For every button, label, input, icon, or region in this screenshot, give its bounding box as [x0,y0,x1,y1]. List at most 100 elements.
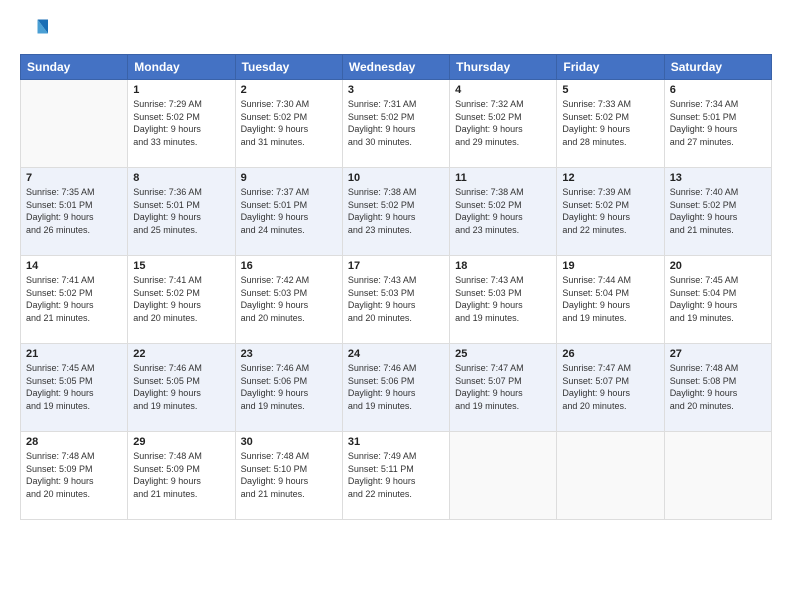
day-number: 25 [455,348,551,360]
day-cell: 29 Sunrise: 7:48 AMSunset: 5:09 PMDayligh… [128,432,235,520]
day-number: 26 [562,348,658,360]
day-number: 21 [26,348,122,360]
day-cell: 15 Sunrise: 7:41 AMSunset: 5:02 PMDayligh… [128,256,235,344]
weekday-header-saturday: Saturday [664,55,771,80]
day-info: Sunrise: 7:34 AMSunset: 5:01 PMDaylight:… [670,98,766,148]
weekday-header-sunday: Sunday [21,55,128,80]
day-info: Sunrise: 7:49 AMSunset: 5:11 PMDaylight:… [348,450,444,500]
weekday-header-friday: Friday [557,55,664,80]
day-cell: 7 Sunrise: 7:35 AMSunset: 5:01 PMDaylight… [21,168,128,256]
day-number: 10 [348,172,444,184]
day-info: Sunrise: 7:35 AMSunset: 5:01 PMDaylight:… [26,186,122,236]
day-cell: 17 Sunrise: 7:43 AMSunset: 5:03 PMDayligh… [342,256,449,344]
day-number: 9 [241,172,337,184]
week-row-3: 14Sunrise: 7:41 AMSunset: 5:02 PMDayligh… [21,256,772,344]
day-info: Sunrise: 7:45 AMSunset: 5:05 PMDaylight:… [26,362,122,412]
day-cell: 26 Sunrise: 7:47 AMSunset: 5:07 PMDayligh… [557,344,664,432]
day-number: 5 [562,84,658,96]
day-info: Sunrise: 7:31 AMSunset: 5:02 PMDaylight:… [348,98,444,148]
day-number: 30 [241,436,337,448]
logo-icon [20,16,48,44]
weekday-header-row: SundayMondayTuesdayWednesdayThursdayFrid… [21,55,772,80]
day-info: Sunrise: 7:47 AMSunset: 5:07 PMDaylight:… [455,362,551,412]
day-number: 6 [670,84,766,96]
day-cell [664,432,771,520]
day-number: 31 [348,436,444,448]
day-number: 11 [455,172,551,184]
week-row-2: 7 Sunrise: 7:35 AMSunset: 5:01 PMDaylight… [21,168,772,256]
day-info: Sunrise: 7:46 AMSunset: 5:06 PMDaylight:… [348,362,444,412]
day-cell: 4Sunrise: 7:32 AMSunset: 5:02 PMDaylight… [450,80,557,168]
day-info: Sunrise: 7:33 AMSunset: 5:02 PMDaylight:… [562,98,658,148]
day-number: 27 [670,348,766,360]
logo [20,16,52,44]
day-info: Sunrise: 7:44 AMSunset: 5:04 PMDaylight:… [562,274,658,324]
day-cell [557,432,664,520]
day-info: Sunrise: 7:39 AMSunset: 5:02 PMDaylight:… [562,186,658,236]
day-cell: 2 Sunrise: 7:30 AMSunset: 5:02 PMDaylight… [235,80,342,168]
day-number: 28 [26,436,122,448]
day-info: Sunrise: 7:43 AMSunset: 5:03 PMDaylight:… [455,274,551,324]
day-number: 8 [133,172,229,184]
day-info: Sunrise: 7:47 AMSunset: 5:07 PMDaylight:… [562,362,658,412]
day-info: Sunrise: 7:45 AMSunset: 5:04 PMDaylight:… [670,274,766,324]
day-cell: 24 Sunrise: 7:46 AMSunset: 5:06 PMDayligh… [342,344,449,432]
day-cell: 16 Sunrise: 7:42 AMSunset: 5:03 PMDayligh… [235,256,342,344]
day-number: 24 [348,348,444,360]
day-number: 29 [133,436,229,448]
day-cell: 30 Sunrise: 7:48 AMSunset: 5:10 PMDayligh… [235,432,342,520]
day-number: 1 [133,84,229,96]
day-info: Sunrise: 7:38 AMSunset: 5:02 PMDaylight:… [455,186,551,236]
day-number: 23 [241,348,337,360]
day-number: 2 [241,84,337,96]
day-cell: 25 Sunrise: 7:47 AMSunset: 5:07 PMDayligh… [450,344,557,432]
day-info: Sunrise: 7:43 AMSunset: 5:03 PMDaylight:… [348,274,444,324]
page: SundayMondayTuesdayWednesdayThursdayFrid… [0,0,792,612]
day-number: 16 [241,260,337,272]
day-cell: 11 Sunrise: 7:38 AMSunset: 5:02 PMDayligh… [450,168,557,256]
day-info: Sunrise: 7:41 AMSunset: 5:02 PMDaylight:… [133,274,229,324]
day-info: Sunrise: 7:36 AMSunset: 5:01 PMDaylight:… [133,186,229,236]
day-number: 20 [670,260,766,272]
day-info: Sunrise: 7:48 AMSunset: 5:10 PMDaylight:… [241,450,337,500]
day-number: 4 [455,84,551,96]
day-cell: 9 Sunrise: 7:37 AMSunset: 5:01 PMDaylight… [235,168,342,256]
day-info: Sunrise: 7:46 AMSunset: 5:05 PMDaylight:… [133,362,229,412]
week-row-4: 21 Sunrise: 7:45 AMSunset: 5:05 PMDayligh… [21,344,772,432]
day-number: 7 [26,172,122,184]
header [20,16,772,44]
day-cell: 5 Sunrise: 7:33 AMSunset: 5:02 PMDaylight… [557,80,664,168]
day-cell: 19 Sunrise: 7:44 AMSunset: 5:04 PMDayligh… [557,256,664,344]
week-row-5: 28 Sunrise: 7:48 AMSunset: 5:09 PMDayligh… [21,432,772,520]
day-info: Sunrise: 7:41 AMSunset: 5:02 PMDaylight:… [26,274,122,324]
day-cell: 14Sunrise: 7:41 AMSunset: 5:02 PMDayligh… [21,256,128,344]
day-cell: 3 Sunrise: 7:31 AMSunset: 5:02 PMDaylight… [342,80,449,168]
day-number: 15 [133,260,229,272]
day-cell: 28 Sunrise: 7:48 AMSunset: 5:09 PMDayligh… [21,432,128,520]
day-info: Sunrise: 7:30 AMSunset: 5:02 PMDaylight:… [241,98,337,148]
week-row-1: 1 Sunrise: 7:29 AMSunset: 5:02 PMDaylight… [21,80,772,168]
weekday-header-thursday: Thursday [450,55,557,80]
day-info: Sunrise: 7:40 AMSunset: 5:02 PMDaylight:… [670,186,766,236]
day-cell: 10Sunrise: 7:38 AMSunset: 5:02 PMDayligh… [342,168,449,256]
day-info: Sunrise: 7:48 AMSunset: 5:09 PMDaylight:… [133,450,229,500]
day-info: Sunrise: 7:46 AMSunset: 5:06 PMDaylight:… [241,362,337,412]
day-cell: 22Sunrise: 7:46 AMSunset: 5:05 PMDayligh… [128,344,235,432]
day-cell: 18 Sunrise: 7:43 AMSunset: 5:03 PMDayligh… [450,256,557,344]
day-cell: 21 Sunrise: 7:45 AMSunset: 5:05 PMDayligh… [21,344,128,432]
day-info: Sunrise: 7:48 AMSunset: 5:09 PMDaylight:… [26,450,122,500]
day-number: 19 [562,260,658,272]
day-number: 3 [348,84,444,96]
day-cell: 27 Sunrise: 7:48 AMSunset: 5:08 PMDayligh… [664,344,771,432]
day-info: Sunrise: 7:42 AMSunset: 5:03 PMDaylight:… [241,274,337,324]
day-cell: 23 Sunrise: 7:46 AMSunset: 5:06 PMDayligh… [235,344,342,432]
day-number: 12 [562,172,658,184]
day-number: 17 [348,260,444,272]
day-number: 13 [670,172,766,184]
day-cell: 1 Sunrise: 7:29 AMSunset: 5:02 PMDaylight… [128,80,235,168]
day-info: Sunrise: 7:37 AMSunset: 5:01 PMDaylight:… [241,186,337,236]
day-cell: 12 Sunrise: 7:39 AMSunset: 5:02 PMDayligh… [557,168,664,256]
day-info: Sunrise: 7:48 AMSunset: 5:08 PMDaylight:… [670,362,766,412]
day-info: Sunrise: 7:29 AMSunset: 5:02 PMDaylight:… [133,98,229,148]
day-number: 18 [455,260,551,272]
